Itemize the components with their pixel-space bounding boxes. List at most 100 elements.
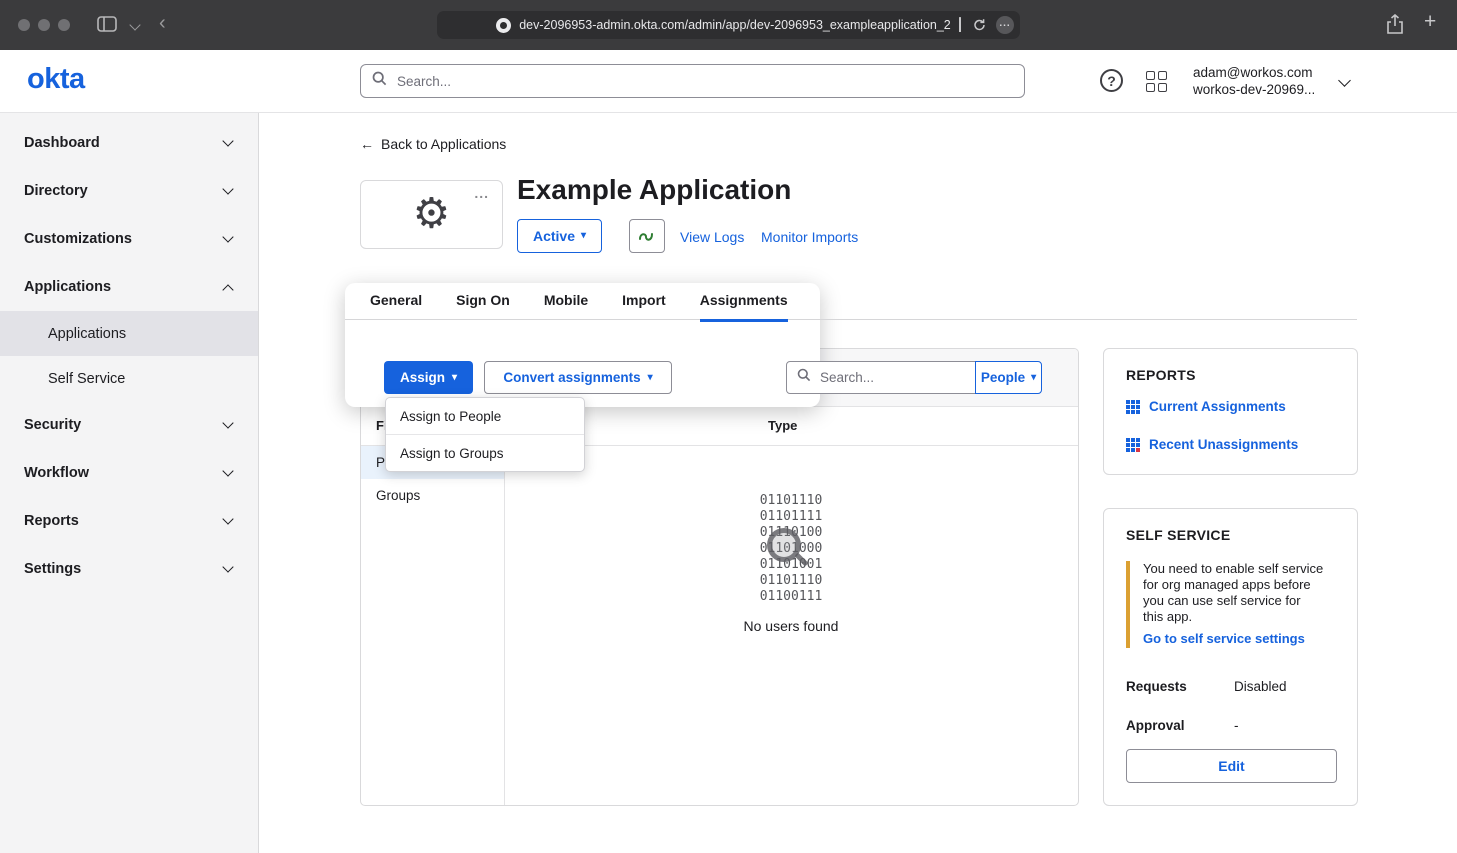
- tab-mobile[interactable]: Mobile: [544, 292, 588, 322]
- current-assignments-link[interactable]: Current Assignments: [1126, 399, 1286, 414]
- window-zoom-button[interactable]: [58, 19, 70, 31]
- active-status-dropdown[interactable]: Active ▾: [517, 219, 602, 253]
- tab-sign-on[interactable]: Sign On: [456, 292, 510, 322]
- global-search-input[interactable]: [395, 73, 1013, 90]
- help-icon[interactable]: ?: [1100, 69, 1123, 92]
- sidebar-item-applications[interactable]: Applications: [0, 263, 258, 311]
- global-search[interactable]: [360, 64, 1025, 98]
- assignments-search-input[interactable]: [818, 369, 999, 386]
- tab-import[interactable]: Import: [622, 292, 666, 322]
- browser-back-icon[interactable]: ‹: [159, 12, 166, 35]
- chevron-down-icon[interactable]: [129, 19, 140, 30]
- sidebar-item-workflow[interactable]: Workflow: [0, 449, 258, 497]
- chevron-down-icon: [222, 135, 233, 146]
- chevron-down-icon: [222, 561, 233, 572]
- monitor-imports-link[interactable]: Monitor Imports: [761, 229, 858, 245]
- app-settings-button[interactable]: [629, 219, 665, 253]
- tab-assignments[interactable]: Assignments: [700, 292, 788, 322]
- nav-label: Dashboard: [24, 135, 100, 151]
- report-link-label: Current Assignments: [1149, 399, 1286, 414]
- active-label: Active: [533, 228, 575, 244]
- view-logs-link[interactable]: View Logs: [680, 229, 744, 245]
- share-icon[interactable]: [1386, 14, 1404, 40]
- chevron-down-icon: [222, 465, 233, 476]
- nav-label: Security: [24, 417, 81, 433]
- nav-label: Applications: [24, 279, 111, 295]
- gear-icon: ⚙: [413, 192, 451, 234]
- self-service-notice: You need to enable self service for org …: [1126, 561, 1324, 648]
- account-email: adam@workos.com: [1193, 64, 1315, 81]
- app-switcher-icon[interactable]: [1146, 71, 1167, 92]
- nav-label: Workflow: [24, 465, 89, 481]
- sidebar-subitem-applications[interactable]: Applications: [0, 311, 258, 356]
- sidebar-item-directory[interactable]: Directory: [0, 167, 258, 215]
- reload-icon[interactable]: [973, 18, 986, 34]
- sidebar-item-dashboard[interactable]: Dashboard: [0, 119, 258, 167]
- more-options-icon[interactable]: ...: [996, 16, 1014, 34]
- back-link-label: Back to Applications: [381, 136, 506, 152]
- window-close-button[interactable]: [18, 19, 30, 31]
- tab-general[interactable]: General: [370, 292, 422, 322]
- recent-unassignments-link[interactable]: Recent Unassignments: [1126, 437, 1298, 452]
- lock-icon: [959, 18, 961, 32]
- account-menu[interactable]: adam@workos.com workos-dev-20969...: [1193, 64, 1315, 98]
- sidebar-nav: Dashboard Directory Customizations Appli…: [0, 113, 259, 853]
- self-service-settings-link[interactable]: Go to self service settings: [1143, 631, 1305, 646]
- recent-unassignments-icon: [1126, 438, 1140, 452]
- chevron-down-icon: ▾: [1031, 373, 1036, 383]
- reports-card: REPORTS Current Assignments Recent Unass…: [1103, 348, 1358, 475]
- search-icon: [372, 71, 387, 91]
- address-bar[interactable]: dev-2096953-admin.okta.com/admin/app/dev…: [437, 11, 1020, 39]
- page-title: Example Application: [517, 174, 791, 206]
- assign-dropdown-menu: Assign to People Assign to Groups: [385, 397, 585, 472]
- chevron-down-icon: ▾: [452, 373, 457, 383]
- approval-label: Approval: [1126, 718, 1185, 733]
- sidebar-item-customizations[interactable]: Customizations: [0, 215, 258, 263]
- sidebar-item-security[interactable]: Security: [0, 401, 258, 449]
- menu-item-assign-to-people[interactable]: Assign to People: [386, 398, 584, 434]
- chevron-down-icon[interactable]: [1338, 74, 1351, 87]
- back-to-applications-link[interactable]: ← Back to Applications: [360, 136, 506, 152]
- filter-item-groups[interactable]: Groups: [361, 479, 504, 512]
- current-assignments-icon: [1126, 400, 1140, 414]
- chevron-up-icon: [222, 284, 233, 295]
- nav-label: Customizations: [24, 231, 132, 247]
- search-scope-dropdown[interactable]: People ▾: [975, 361, 1042, 394]
- approval-value: -: [1234, 718, 1239, 733]
- back-arrow-icon: ←: [360, 136, 374, 152]
- chevron-down-icon: [222, 513, 233, 524]
- app-tabs: General Sign On Mobile Import Assignment…: [370, 292, 788, 322]
- sidebar-item-reports[interactable]: Reports: [0, 497, 258, 545]
- scope-label: People: [981, 370, 1025, 385]
- sidebar-subitem-self-service[interactable]: Self Service: [0, 356, 258, 401]
- magnifier-illustration-icon: [767, 528, 813, 576]
- chevron-down-icon: [222, 231, 233, 242]
- convert-assignments-button[interactable]: Convert assignments ▾: [484, 361, 672, 394]
- menu-item-assign-to-groups[interactable]: Assign to Groups: [386, 434, 584, 471]
- convert-label: Convert assignments: [503, 370, 640, 385]
- binary-line: 01101110: [503, 493, 1079, 509]
- window-minimize-button[interactable]: [38, 19, 50, 31]
- account-org: workos-dev-20969...: [1193, 81, 1315, 98]
- assign-button[interactable]: Assign ▾: [384, 361, 473, 394]
- assignments-search[interactable]: [786, 361, 976, 394]
- green-link-icon: [638, 229, 656, 243]
- sidebar-item-settings[interactable]: Settings: [0, 545, 258, 593]
- self-service-card: SELF SERVICE You need to enable self ser…: [1103, 508, 1358, 806]
- app-options-icon[interactable]: ...: [474, 185, 489, 201]
- nav-label: Applications: [48, 326, 126, 342]
- requests-value: Disabled: [1234, 679, 1287, 694]
- chevron-down-icon: ▾: [581, 231, 586, 241]
- empty-state-message: No users found: [503, 618, 1079, 634]
- binary-line: 01100111: [503, 589, 1079, 605]
- edit-button[interactable]: Edit: [1126, 749, 1337, 783]
- browser-titlebar: ‹ dev-2096953-admin.okta.com/admin/app/d…: [0, 0, 1457, 50]
- type-column-header: Type: [768, 418, 797, 433]
- nav-label: Settings: [24, 561, 81, 577]
- okta-logo: okta: [27, 63, 85, 96]
- chevron-down-icon: [222, 183, 233, 194]
- self-service-card-title: SELF SERVICE: [1126, 527, 1230, 543]
- browser-sidebar-toggle-icon[interactable]: [97, 16, 117, 37]
- filter-label: Groups: [376, 488, 420, 503]
- new-tab-icon[interactable]: +: [1424, 10, 1436, 34]
